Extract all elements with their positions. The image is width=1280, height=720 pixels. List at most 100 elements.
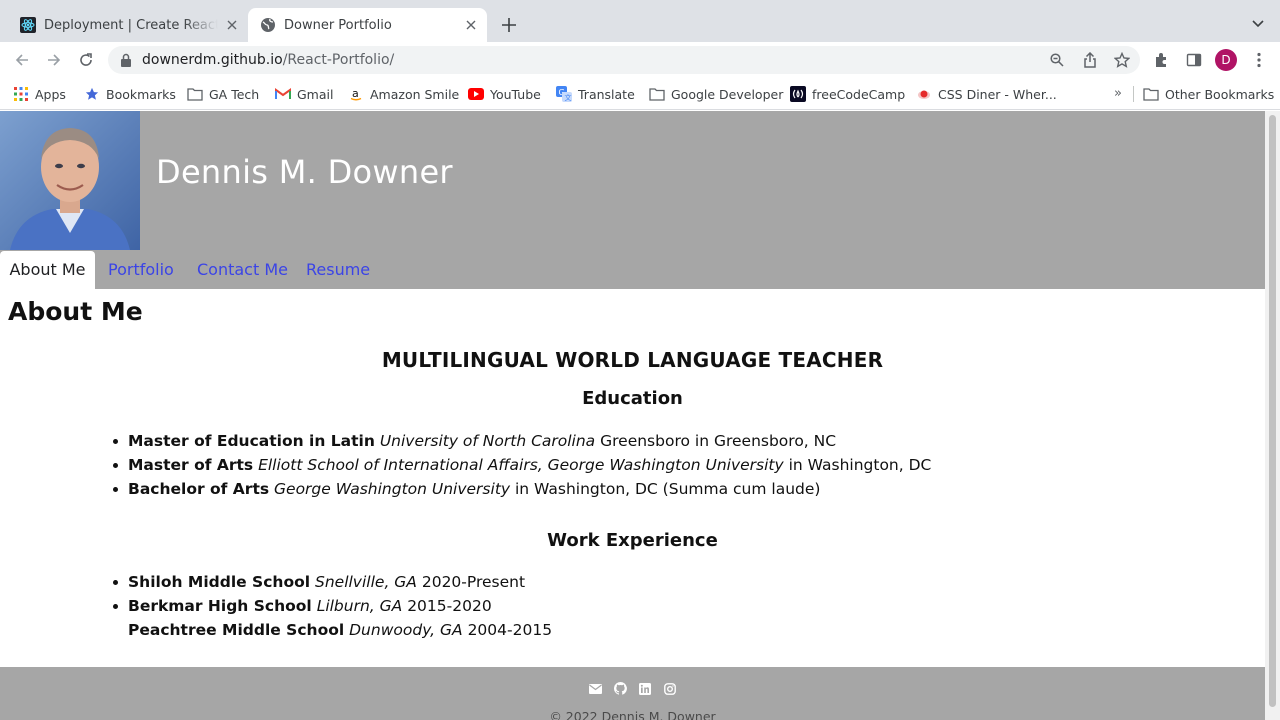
bookmark-gmail[interactable]: Gmail xyxy=(275,85,333,103)
education-heading: Education xyxy=(582,388,683,409)
bookmark-label: Gmail xyxy=(297,86,334,102)
linkedin-icon[interactable] xyxy=(639,682,652,695)
new-tab-button[interactable] xyxy=(497,13,521,37)
envelope-icon[interactable] xyxy=(588,682,602,695)
role-title: MULTILINGUAL WORLD LANGUAGE TEACHER xyxy=(381,348,884,372)
bookmark-google-developer[interactable]: Google Developer xyxy=(649,85,783,103)
bookmark-ga-tech[interactable]: GA Tech xyxy=(187,85,259,103)
bookmark-css-diner[interactable]: CSS Diner - Wher... xyxy=(916,85,1057,103)
page-viewport: Dennis M. Downer About Me Portfolio Cont… xyxy=(0,111,1265,720)
copyright-text: © 2022 Dennis M. Downer xyxy=(549,709,716,720)
place: Lilburn, GA xyxy=(316,597,403,615)
url-path: /React-Portfolio/ xyxy=(282,52,395,68)
bookmark-bookmarks[interactable]: Bookmarks xyxy=(84,85,176,103)
plus-icon xyxy=(502,18,516,32)
school: University of North Carolina xyxy=(379,432,596,450)
nav-portfolio[interactable]: Portfolio xyxy=(108,251,174,289)
tab-title: Downer Portfolio xyxy=(284,17,392,33)
bookmark-youtube[interactable]: YouTube xyxy=(468,85,541,103)
reload-button[interactable] xyxy=(74,48,98,72)
bookmark-label: Bookmarks xyxy=(106,86,176,102)
bookmark-label: YouTube xyxy=(490,86,541,102)
star-icon[interactable] xyxy=(1114,52,1130,68)
bookmark-label: GA Tech xyxy=(209,86,260,102)
side-panel-icon[interactable] xyxy=(1184,50,1204,70)
location: in Washington, DC (Summa cum laude) xyxy=(510,480,821,498)
browser-toolbar: downerdm.github.io/React-Portfolio/ D xyxy=(0,42,1280,78)
close-icon[interactable] xyxy=(463,17,479,33)
forward-button[interactable] xyxy=(42,48,66,72)
list-item: Peachtree Middle School Dunwoody, GA 200… xyxy=(128,618,552,642)
degree: Bachelor of Arts xyxy=(128,480,270,498)
reload-icon xyxy=(80,53,92,66)
nav-contact-me[interactable]: Contact Me xyxy=(197,251,288,289)
school: George Washington University xyxy=(274,480,511,498)
back-button[interactable] xyxy=(10,48,34,72)
tab-deployment[interactable]: Deployment | Create React App xyxy=(8,8,248,42)
location: in Washington, DC xyxy=(783,456,932,474)
location: Greensboro in Greensboro, NC xyxy=(595,432,837,450)
bookmark-label: Other Bookmarks xyxy=(1165,86,1275,102)
years: 2004-2015 xyxy=(462,621,553,639)
education-list: Master of Education in Latin University … xyxy=(112,429,932,501)
folder-icon xyxy=(187,86,203,102)
instagram-icon[interactable] xyxy=(664,682,677,695)
bookmark-label: Amazon Smile xyxy=(370,86,460,102)
tab-downer-portfolio[interactable]: Downer Portfolio xyxy=(248,8,487,42)
apps-grid-icon xyxy=(13,86,29,102)
tab-strip: Deployment | Create React App Downer Por… xyxy=(0,0,1280,42)
years: 2015-2020 xyxy=(402,597,492,615)
employer: Shiloh Middle School xyxy=(128,573,311,591)
url-host: downerdm.github.io xyxy=(142,52,283,68)
folder-icon xyxy=(649,86,665,102)
bookmark-label: Google Developer xyxy=(671,86,784,102)
list-item: Master of Education in Latin University … xyxy=(112,429,931,453)
menu-kebab-icon[interactable] xyxy=(1249,50,1269,70)
bookmark-freecodecamp[interactable]: freeCodeCamp xyxy=(790,85,905,103)
bookmark-amazon-smile[interactable]: a Amazon Smile xyxy=(348,85,459,103)
address-bar[interactable]: downerdm.github.io/React-Portfolio/ xyxy=(108,46,1140,74)
degree: Master of Education in Latin xyxy=(128,432,375,450)
close-icon[interactable] xyxy=(224,17,240,33)
back-arrow-icon xyxy=(15,54,28,66)
social-links xyxy=(0,682,1265,695)
zoom-icon[interactable] xyxy=(1049,52,1065,68)
work-list: Shiloh Middle School Snellville, GA 2020… xyxy=(112,570,552,642)
nav-about-me[interactable]: About Me xyxy=(0,251,95,289)
css-diner-icon xyxy=(916,86,932,102)
list-item: Master of Arts Elliott School of Interna… xyxy=(112,453,932,477)
degree: Master of Arts xyxy=(128,456,254,474)
tab-title: Deployment | Create React App xyxy=(44,17,218,33)
freecodecamp-icon xyxy=(790,86,806,102)
star-icon xyxy=(84,86,100,102)
bookmark-other-bookmarks[interactable]: Other Bookmarks xyxy=(1143,85,1274,103)
list-item: Berkmar High School Lilburn, GA 2015-202… xyxy=(112,594,552,618)
bookmark-translate[interactable]: G文 Translate xyxy=(556,85,635,103)
globe-icon xyxy=(260,17,276,33)
bookmark-apps[interactable]: Apps xyxy=(13,85,66,103)
tab-search-button[interactable] xyxy=(1248,14,1268,34)
github-icon[interactable] xyxy=(613,682,627,695)
bookmark-label: Apps xyxy=(35,86,66,102)
svg-text:a: a xyxy=(352,87,359,100)
scrollbar-thumb[interactable] xyxy=(1269,115,1276,707)
page-title: About Me xyxy=(8,297,143,326)
react-icon xyxy=(20,17,36,33)
years: 2020-Present xyxy=(416,573,526,591)
more-bookmarks-chevron[interactable]: » xyxy=(1110,86,1126,102)
site-footer: © 2022 Dennis M. Downer xyxy=(0,667,1265,720)
place: Snellville, GA xyxy=(315,573,417,591)
bookmarks-bar: Apps Bookmarks GA Tech Gmail a Amazon Sm… xyxy=(0,78,1280,110)
profile-avatar[interactable]: D xyxy=(1215,49,1237,71)
bookmark-label: CSS Diner - Wher... xyxy=(938,86,1057,102)
employer: Peachtree Middle School xyxy=(128,621,345,639)
url-text: downerdm.github.io/React-Portfolio/ xyxy=(142,46,394,74)
translate-icon: G文 xyxy=(556,86,572,102)
work-experience-heading: Work Experience xyxy=(547,530,718,551)
site-header: Dennis M. Downer About Me Portfolio Cont… xyxy=(0,111,1265,289)
nav-resume[interactable]: Resume xyxy=(306,251,370,289)
share-icon[interactable] xyxy=(1082,52,1098,68)
extensions-icon[interactable] xyxy=(1152,50,1172,70)
page-scrollbar[interactable] xyxy=(1265,111,1280,720)
youtube-icon xyxy=(468,86,484,102)
